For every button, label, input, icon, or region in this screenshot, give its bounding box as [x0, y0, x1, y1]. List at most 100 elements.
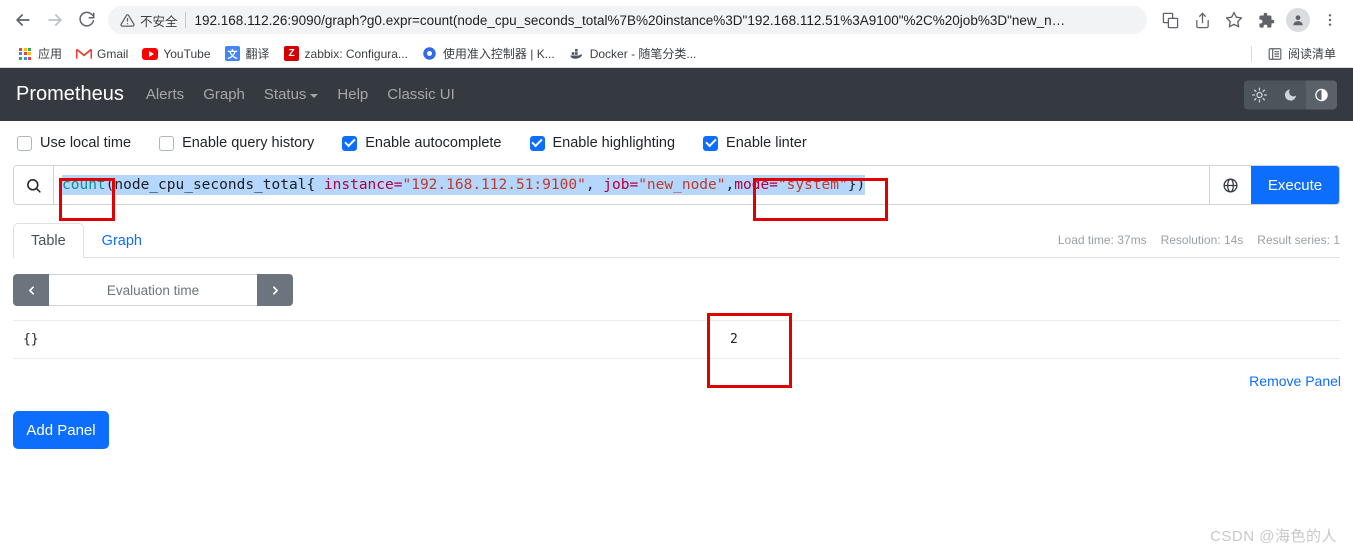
expr-token-value-mode: "system"	[777, 177, 848, 193]
expr-token-comma-1: ,	[585, 177, 604, 193]
address-bar[interactable]: 不安全 192.168.112.26:9090/graph?g0.expr=co…	[108, 6, 1147, 34]
evaluation-time-input[interactable]: Evaluation time	[49, 274, 257, 306]
theme-switcher	[1244, 80, 1337, 109]
evaluation-time-row: Evaluation time	[13, 274, 1340, 306]
execute-button[interactable]: Execute	[1251, 166, 1339, 204]
reading-list-label: 阅读清单	[1287, 47, 1336, 61]
gmail-icon	[76, 46, 93, 62]
expression-text: count(node_cpu_seconds_total{ instance="…	[62, 175, 866, 195]
globe-icon[interactable]	[1209, 166, 1251, 204]
watermark: CSDN @海色的人	[1210, 528, 1337, 545]
more-menu-icon[interactable]	[1315, 5, 1345, 35]
option-use-local-time[interactable]: Use local time	[17, 135, 131, 151]
evaluation-time-placeholder: Evaluation time	[106, 282, 200, 298]
chevron-right-icon[interactable]	[257, 274, 293, 306]
bookmark-star-icon[interactable]	[1219, 5, 1249, 35]
nav-label: Help	[337, 86, 369, 103]
option-label: Enable autocomplete	[365, 135, 502, 151]
expr-token-comma-2: ,	[725, 177, 735, 193]
omnibox-divider	[184, 12, 186, 28]
resolution-stat: Resolution: 14s	[1160, 233, 1244, 247]
bookmarks-bar: 应用 Gmail YouTube 文 翻译 Z zabbix: Configur…	[0, 40, 1353, 68]
screenshot-root: 不安全 192.168.112.26:9090/graph?g0.expr=co…	[0, 0, 1353, 554]
nav-label: Classic UI	[387, 86, 455, 103]
nav-link-help[interactable]: Help	[337, 86, 368, 103]
load-time-stat: Load time: 37ms	[1057, 233, 1147, 247]
bookmark-label: zabbix: Configura...	[304, 46, 408, 61]
avatar	[1286, 8, 1310, 32]
result-series-stat: Result series: 1	[1257, 233, 1340, 247]
query-input-row: count(node_cpu_seconds_total{ instance="…	[13, 165, 1340, 205]
back-arrow-icon[interactable]	[8, 5, 38, 35]
bookmark-youtube[interactable]: YouTube	[135, 44, 217, 64]
bookmark-gmail[interactable]: Gmail	[69, 44, 135, 64]
expression-input[interactable]: count(node_cpu_seconds_total{ instance="…	[54, 166, 1209, 204]
prometheus-navbar: Prometheus Alerts Graph Status Help Clas…	[0, 68, 1353, 121]
share-icon[interactable]	[1187, 5, 1217, 35]
profile-avatar-icon[interactable]	[1283, 5, 1313, 35]
bookmark-kubernetes[interactable]: 使用准入控制器 | K...	[415, 43, 562, 64]
browser-action-icons	[1155, 5, 1345, 35]
bookmark-label: Docker - 随笔分类...	[589, 47, 697, 61]
bookmark-label: YouTube	[163, 46, 211, 61]
browser-toolbar: 不安全 192.168.112.26:9090/graph?g0.expr=co…	[0, 0, 1353, 40]
option-label: Use local time	[40, 135, 132, 151]
remove-panel-label: Remove Panel	[1249, 373, 1341, 389]
bookmark-label: 翻译	[245, 47, 270, 61]
bookmark-translate[interactable]: 文 翻译	[218, 43, 277, 64]
result-table: {} 2	[13, 320, 1340, 359]
docker-icon	[569, 46, 585, 62]
bookmark-apps[interactable]: 应用	[10, 43, 69, 64]
option-enable-linter[interactable]: Enable linter	[703, 135, 807, 151]
nav-link-graph[interactable]: Graph	[203, 86, 245, 103]
chevron-left-icon[interactable]	[13, 274, 49, 306]
expr-token-close: })	[847, 177, 866, 193]
add-panel-label: Add Panel	[26, 421, 96, 439]
bookmark-label: Gmail	[97, 46, 129, 61]
option-enable-highlighting[interactable]: Enable highlighting	[529, 135, 676, 151]
evaluation-time-group: Evaluation time	[13, 274, 293, 306]
reload-icon[interactable]	[72, 5, 102, 35]
option-enable-autocomplete[interactable]: Enable autocomplete	[342, 135, 502, 151]
extensions-puzzle-icon[interactable]	[1251, 5, 1281, 35]
checkbox-enable-autocomplete[interactable]	[342, 135, 358, 151]
auto-theme-button[interactable]	[1306, 80, 1337, 109]
forward-arrow-icon[interactable]	[40, 5, 70, 35]
brand-title[interactable]: Prometheus	[16, 83, 124, 106]
tab-table[interactable]: Table	[13, 223, 84, 258]
dark-theme-button[interactable]	[1275, 80, 1306, 109]
result-tabs: Table Graph Load time: 37ms Resolution: …	[13, 218, 1340, 258]
expr-token-value-instance: "192.168.112.51:9100"	[402, 177, 586, 193]
light-theme-button[interactable]	[1244, 80, 1275, 109]
tab-graph[interactable]: Graph	[84, 223, 160, 258]
checkbox-use-local-time[interactable]	[17, 135, 32, 151]
expr-token-metric: (node_cpu_seconds_total{	[105, 177, 324, 193]
translate-icon[interactable]	[1155, 5, 1185, 35]
remove-panel-link[interactable]: Remove Panel	[0, 373, 1341, 389]
tab-label: Graph	[101, 233, 142, 249]
reading-list-button[interactable]: 阅读清单	[1260, 43, 1343, 64]
bookmarks-divider	[1250, 45, 1252, 62]
execute-label: Execute	[1267, 176, 1323, 194]
nav-link-status[interactable]: Status	[264, 86, 319, 103]
add-panel-button[interactable]: Add Panel	[13, 411, 109, 449]
nav-link-classic-ui[interactable]: Classic UI	[387, 86, 455, 103]
nav-label: Status	[263, 86, 307, 103]
nav-label: Graph	[203, 86, 245, 103]
not-secure-label: 不安全	[140, 14, 178, 29]
table-row: {} 2	[13, 320, 1340, 359]
translate-icon: 文	[225, 46, 241, 62]
checkbox-enable-highlighting[interactable]	[529, 135, 545, 151]
expr-token-label-instance: instance=	[323, 177, 403, 193]
nav-link-alerts[interactable]: Alerts	[146, 86, 184, 103]
bookmark-zabbix[interactable]: Z zabbix: Configura...	[277, 44, 415, 64]
checkbox-enable-linter[interactable]	[703, 135, 719, 151]
checkbox-enable-query-history[interactable]	[159, 135, 175, 151]
chevron-down-icon	[310, 93, 319, 98]
bookmark-docker[interactable]: Docker - 随笔分类...	[562, 43, 704, 64]
option-enable-query-history[interactable]: Enable query history	[159, 135, 314, 151]
search-icon	[14, 166, 54, 204]
option-label: Enable highlighting	[552, 135, 676, 151]
result-metric: {}	[23, 332, 39, 347]
kubernetes-icon	[422, 46, 438, 62]
